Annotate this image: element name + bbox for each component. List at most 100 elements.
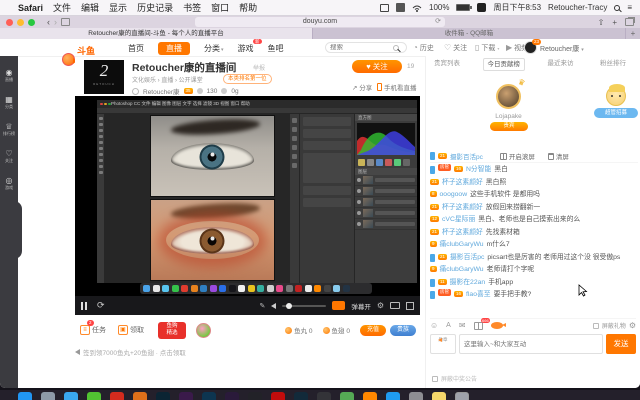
dock-icon-wechat[interactable] — [87, 392, 101, 400]
dock-icon-qq[interactable] — [110, 392, 124, 400]
panel-tab-最近来访[interactable]: 最近来访 — [544, 58, 578, 71]
nav-item-游戏[interactable]: 游戏新 — [238, 43, 254, 54]
chat-message-list[interactable]: 房管16N分智能黑白 21杯子这素颜好黑白照8ooogoow这些手机软件 是都用吗… — [430, 164, 636, 318]
chat-username[interactable]: cVC星际丽 — [442, 214, 475, 225]
dock-icon-capture-one[interactable] — [317, 392, 331, 400]
task-button[interactable]: ≡ 任务 2 — [80, 325, 106, 335]
chat-username[interactable]: 杯子这素颜好 — [442, 202, 483, 213]
announcement-bar[interactable]: 签到领7000鱼丸+20鱼翅 · 点击领取 — [75, 347, 420, 357]
chat-message[interactable]: 21杯子这素颜好黑白照 — [430, 177, 636, 188]
add-tab-button[interactable]: + — [626, 28, 640, 39]
clear-screen-button[interactable]: 清屏 — [548, 151, 569, 161]
emoji-icon[interactable]: ☺ — [430, 321, 438, 331]
dock-icon-after-effects[interactable] — [225, 392, 239, 400]
chat-username[interactable]: 杯子这素颜好 — [442, 227, 483, 238]
header-action-关注[interactable]: ♡关注 — [444, 43, 467, 53]
dock-icon-system-preferences[interactable] — [409, 392, 423, 400]
chat-message[interactable]: 21摄影百活pcpicsart也是厉害的 老师用过这个没 很受傲ps — [430, 252, 636, 263]
header-action-历史[interactable]: ◔历史 — [413, 43, 434, 53]
zoom-window-button[interactable] — [28, 19, 35, 26]
panel-tab-今日贡献榜[interactable]: 今日贡献榜 — [483, 58, 526, 71]
close-window-button[interactable] — [6, 19, 13, 26]
app-status-icon[interactable] — [477, 3, 486, 12]
chat-message[interactable]: 9痛clubGaryWum什么7 — [430, 239, 636, 250]
chat-footer-option[interactable]: 屏蔽中奖公告 — [432, 374, 477, 383]
chat-message[interactable]: 11摄影在22an手机app — [430, 277, 636, 288]
menubar-account[interactable]: Retoucher-Tracy — [548, 3, 607, 12]
fishball-icon[interactable] — [491, 322, 503, 329]
new-tab-button[interactable]: + — [612, 18, 617, 27]
dock-icon-huya[interactable] — [363, 392, 377, 400]
wifi-icon[interactable] — [412, 4, 422, 12]
chat-message[interactable]: 21杯子这素颜好先找素材箱 — [430, 227, 636, 238]
chat-input[interactable] — [459, 334, 603, 354]
panel-tab-贵宾列表[interactable]: 贵宾列表 — [430, 58, 464, 71]
header-search-input[interactable] — [330, 44, 390, 51]
menubar-menu-显示[interactable]: 显示 — [109, 3, 127, 13]
panel-tab-粉丝排行[interactable]: 粉丝排行 — [596, 58, 630, 71]
chat-message[interactable]: 8ooogoow这些手机软件 是都用吗 — [430, 189, 636, 200]
danmu-edit-icon[interactable]: ✎ — [259, 302, 265, 310]
dock-icon-trash[interactable] — [455, 392, 469, 400]
dock-icon-davinci-resolve[interactable] — [248, 392, 262, 400]
vip-badge-pill[interactable]: 贵宾 — [490, 122, 528, 131]
scroll-toggle-button[interactable]: 开启滚屏 — [500, 151, 535, 161]
gift-icon[interactable]: 666 — [474, 322, 483, 330]
chat-username[interactable]: ooogoow — [440, 189, 468, 200]
screen-mirroring-icon[interactable] — [380, 4, 389, 12]
breadcrumb[interactable]: 文化娱乐 › 直播 › 公开课堂 — [132, 75, 203, 84]
image-card-icon[interactable]: ✉ — [459, 321, 466, 331]
dock-icon-netease-music[interactable] — [271, 392, 285, 400]
chat-message[interactable]: 房管16N分智能黑白 — [430, 164, 636, 175]
user-menu[interactable]: Retoucher康 ▾ — [540, 44, 584, 54]
fan-medal-icon[interactable] — [196, 323, 211, 338]
reload-icon[interactable]: ⟳ — [435, 17, 441, 27]
medal-selector[interactable]: 勋章 — [430, 334, 456, 354]
address-bar[interactable]: douyu.com⟳ — [195, 17, 445, 27]
minimize-window-button[interactable] — [17, 19, 24, 26]
share-button[interactable]: ⇧ — [598, 18, 605, 27]
anchor-name[interactable]: Retoucher康 — [143, 86, 180, 96]
volume-icon[interactable] — [271, 303, 276, 309]
dock-icon-iina-player[interactable] — [294, 392, 308, 400]
supermod-recruit-button[interactable]: 超管招募 — [594, 108, 638, 118]
dock-icon-game-center[interactable] — [340, 392, 354, 400]
header-search-box[interactable] — [325, 42, 407, 53]
sidebar-item-游戏[interactable]: ◎游戏 — [0, 176, 18, 191]
sidebar-item-关注[interactable]: ♡关注 — [0, 149, 18, 164]
chat-username[interactable]: N分智能 — [466, 164, 491, 175]
room-thumbnail[interactable]: 2RETOUCH — [84, 60, 124, 94]
share-room-button[interactable]: ↗ 分享 — [352, 82, 372, 92]
chat-message[interactable]: 房管16flao喜至要手把手教? — [430, 289, 636, 300]
recharge-button[interactable]: 充值 — [360, 325, 386, 336]
noble-button[interactable]: 贵族 — [390, 325, 416, 336]
chat-settings-icon[interactable]: ⚙ — [629, 321, 636, 330]
menubar-menu-窗口[interactable]: 窗口 — [211, 3, 229, 13]
chat-username[interactable]: 痛clubGaryWu — [440, 264, 484, 275]
pause-button[interactable] — [81, 297, 89, 315]
dock-icon-photoshop[interactable] — [156, 392, 170, 400]
menubar-menu-文件[interactable]: 文件 — [53, 3, 71, 13]
block-gifts-checkbox[interactable] — [593, 323, 599, 329]
chat-username[interactable]: 杯子这素颜好 — [442, 177, 483, 188]
dock-icon-launchpad[interactable] — [41, 392, 55, 400]
dock-icon-premiere[interactable] — [179, 392, 193, 400]
dock-icon-lightroom[interactable] — [202, 392, 216, 400]
chat-username[interactable]: 摄影在22an — [450, 277, 486, 288]
fullscreen-icon[interactable] — [406, 302, 414, 310]
send-button[interactable]: 发送 — [606, 334, 636, 354]
sidebar-item-直播[interactable]: ◉直播 — [0, 68, 18, 83]
chat-message[interactable]: 9痛clubGaryWu老师请打个字呢 — [430, 264, 636, 275]
chat-username[interactable]: 摄影百活pc — [450, 252, 484, 263]
search-icon[interactable] — [393, 45, 399, 51]
sidebar-collapse-handle[interactable] — [14, 201, 22, 259]
dock-icon-finder[interactable] — [18, 392, 32, 400]
menubar-clock[interactable]: 周日下午8:53 — [493, 2, 541, 13]
nav-item-首页[interactable]: 首页 — [128, 43, 144, 54]
chat-username[interactable]: 摄影百活pc — [450, 151, 483, 161]
tab-overview-button[interactable] — [625, 18, 634, 26]
chat-message[interactable]: 21杯子这素颜好放假回来捞翻新一 — [430, 202, 636, 213]
top-contributor-avatar[interactable] — [496, 84, 521, 109]
mobile-watch-button[interactable]: 手机看直播 — [377, 82, 417, 92]
user-avatar[interactable]: 23 — [524, 41, 537, 54]
